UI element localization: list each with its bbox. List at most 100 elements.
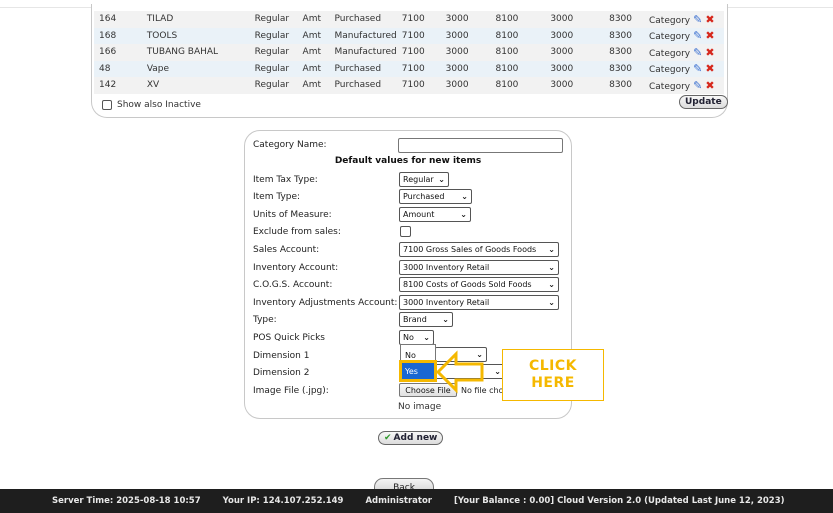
no-image-text: No image <box>398 402 442 412</box>
item-type: Purchased <box>334 80 382 91</box>
inventory-account-cell: 3000 <box>440 11 491 28</box>
dimension-cell: Category ✎ ✖ <box>644 60 724 77</box>
item-tax-type-select[interactable]: Regular ⌄ <box>399 172 449 187</box>
tax-type: Regular <box>254 47 290 58</box>
pos-quick-picks-select[interactable]: No ⌄ <box>399 330 434 345</box>
sales-account-select[interactable]: 7100 Gross Sales of Goods Foods ⌄ <box>399 242 559 257</box>
dimension-cell: Category ✎ ✖ <box>644 44 724 61</box>
cogs-account-cell: 8100 <box>490 60 546 77</box>
add-new-button[interactable]: ✔ Add new <box>378 431 444 445</box>
tax-type: Regular <box>254 80 290 91</box>
cogs-account-label: C.O.G.S. Account: <box>253 280 333 290</box>
item-type-cell: Manufactured <box>329 27 397 44</box>
wip-account: 8300 <box>609 80 632 91</box>
wip-account: 8300 <box>609 14 632 25</box>
category-name: Vape <box>146 63 170 74</box>
units: Amt <box>302 80 321 91</box>
chevron-down-icon: ⌄ <box>548 263 555 272</box>
edit-pencil-icon[interactable]: ✎ <box>693 62 702 75</box>
option-no[interactable]: No <box>402 347 434 363</box>
inventory-account-value: 3000 Inventory Retail <box>403 263 490 272</box>
units: Amt <box>302 30 321 41</box>
exclude-from-sales-checkbox[interactable] <box>400 226 411 237</box>
inventory-account-cell: 3000 <box>440 44 491 61</box>
delete-icon[interactable]: ✖ <box>705 79 714 92</box>
item-type: Purchased <box>334 14 382 25</box>
cogs-account-value: 8100 Costs of Goods Sold Foods <box>403 280 532 289</box>
show-inactive-checkbox[interactable] <box>102 100 112 110</box>
show-inactive-label: Show also Inactive <box>117 100 201 110</box>
user-name: Administrator <box>365 496 432 506</box>
wip-account: 8300 <box>609 63 632 74</box>
category-id: 142 <box>99 80 117 91</box>
type-select[interactable]: Brand ⌄ <box>399 312 453 327</box>
category-id-cell: 164 <box>94 11 142 28</box>
update-button[interactable]: Update <box>679 95 728 109</box>
units-cell: Amt <box>297 27 330 44</box>
sales-account: 7100 <box>401 63 425 74</box>
category-name-cell: TILAD <box>141 11 250 28</box>
tax-type-cell: Regular <box>249 44 298 61</box>
edit-pencil-icon[interactable]: ✎ <box>693 13 702 26</box>
adjustment-account: 3000 <box>550 47 574 58</box>
sales-account: 7100 <box>401 14 425 25</box>
category-name-cell: XV <box>141 77 250 94</box>
edit-pencil-icon[interactable]: ✎ <box>693 79 702 92</box>
sales-account-cell: 7100 <box>396 77 441 94</box>
arrow-left-icon <box>436 350 484 394</box>
item-type-select[interactable]: Purchased ⌄ <box>399 189 472 204</box>
category-id: 48 <box>99 63 111 74</box>
tax-type: Regular <box>254 30 290 41</box>
item-type-cell: Manufactured <box>329 44 397 61</box>
show-inactive-option[interactable]: Show also Inactive <box>102 100 201 110</box>
category-name-input[interactable] <box>398 138 563 153</box>
sales-account-cell: 7100 <box>396 11 441 28</box>
inventory-account-cell: 3000 <box>440 27 491 44</box>
edit-pencil-icon[interactable]: ✎ <box>693 29 702 42</box>
inventory-account-cell: 3000 <box>440 60 491 77</box>
category-name: XV <box>146 80 160 91</box>
item-type-value: Purchased <box>403 192 445 201</box>
table-row: 142 XV Regular Amt Purchased 7100 3000 8100 3000… <box>94 77 724 94</box>
units: Amt <box>302 63 321 74</box>
units-cell: Amt <box>297 60 330 77</box>
category-name: TUBANG BAHAL <box>146 47 219 58</box>
tax-type: Regular <box>254 63 290 74</box>
wip-account: 8300 <box>609 30 632 41</box>
table-row: 48 Vape Regular Amt Purchased 7100 3000 8100 300… <box>94 60 724 77</box>
chevron-down-icon: ⌄ <box>423 333 430 342</box>
table-row: 164 TILAD Regular Amt Purchased 7100 3000 8100 3… <box>94 11 724 28</box>
sales-account-label: Sales Account: <box>253 245 320 255</box>
cogs-account-select[interactable]: 8100 Costs of Goods Sold Foods ⌄ <box>399 277 559 292</box>
edit-pencil-icon[interactable]: ✎ <box>693 46 702 59</box>
inventory-account-select[interactable]: 3000 Inventory Retail ⌄ <box>399 260 559 275</box>
type-value: Brand <box>403 315 427 324</box>
status-footer: Server Time: 2025-08-18 10:57 Your IP: 1… <box>0 489 833 513</box>
sales-account: 7100 <box>401 80 425 91</box>
callout-line-1: CLICK <box>528 358 578 374</box>
inventory-account-cell: 3000 <box>440 77 491 94</box>
option-yes[interactable]: Yes <box>399 360 437 382</box>
units-of-measure-select[interactable]: Amount ⌄ <box>399 207 471 222</box>
units-of-measure-value: Amount <box>403 210 435 219</box>
inventory-adjustments-account-select[interactable]: 3000 Inventory Retail ⌄ <box>399 295 559 310</box>
inventory-account: 3000 <box>445 14 469 25</box>
cogs-account: 8100 <box>495 14 519 25</box>
sales-account: 7100 <box>401 47 425 58</box>
inventory-account: 3000 <box>445 80 469 91</box>
tax-type-cell: Regular <box>249 11 298 28</box>
delete-icon[interactable]: ✖ <box>705 13 714 26</box>
item-type-cell: Purchased <box>329 77 397 94</box>
units: Amt <box>302 47 321 58</box>
delete-icon[interactable]: ✖ <box>705 46 714 59</box>
chevron-down-icon: ⌄ <box>438 175 445 184</box>
delete-icon[interactable]: ✖ <box>705 62 714 75</box>
sales-account-cell: 7100 <box>396 27 441 44</box>
wip-account-cell: 8300 <box>604 11 644 28</box>
chevron-down-icon: ⌄ <box>547 243 555 256</box>
delete-icon[interactable]: ✖ <box>705 29 714 42</box>
item-tax-type-value: Regular <box>403 175 434 184</box>
adjustment-account-cell: 3000 <box>545 44 605 61</box>
category-name-cell: TOOLS <box>141 27 250 44</box>
chevron-down-icon: ⌄ <box>460 210 467 219</box>
